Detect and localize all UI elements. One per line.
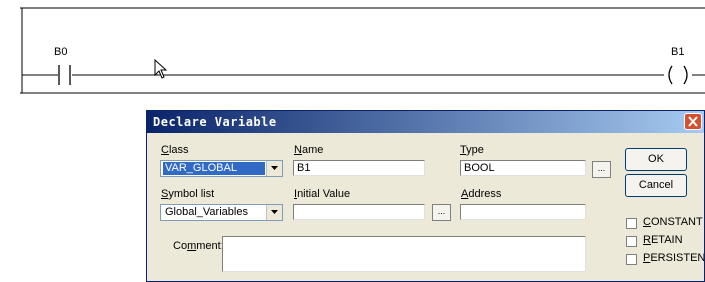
ok-button[interactable]: OK — [625, 148, 687, 171]
class-value: VAR_GLOBAL — [163, 162, 265, 175]
contact-label: B0 — [54, 46, 68, 58]
mouse-cursor-icon — [154, 59, 168, 79]
type-label: Type — [460, 144, 484, 156]
ladder-network[interactable]: B0 B1 — [0, 0, 705, 96]
constant-label: CONSTANT — [643, 216, 703, 228]
retain-checkbox[interactable] — [626, 236, 637, 247]
initial-value-label: Initial Value — [294, 188, 351, 200]
name-label: Name — [294, 144, 324, 156]
close-button[interactable] — [684, 113, 702, 130]
declare-variable-dialog: Declare Variable Class Name Type VAR_GLO… — [146, 110, 705, 282]
name-field[interactable]: B1 — [293, 160, 425, 176]
address-field[interactable] — [460, 204, 586, 220]
class-label: Class — [161, 144, 189, 156]
symbol-list-label: Symbol list — [161, 188, 215, 200]
address-label: Address — [461, 188, 502, 200]
ladder-rung-graphic — [20, 7, 705, 94]
type-browse-button[interactable]: ... — [592, 161, 611, 178]
class-dropdown[interactable]: VAR_GLOBAL — [160, 160, 283, 177]
initial-value-field[interactable] — [293, 204, 425, 220]
comment-field[interactable] — [222, 236, 586, 272]
constant-checkbox[interactable] — [626, 218, 637, 229]
type-field[interactable]: BOOL — [460, 160, 586, 176]
close-icon — [688, 116, 698, 127]
dialog-title: Declare Variable — [153, 115, 277, 129]
coil-symbol[interactable] — [664, 65, 692, 85]
cancel-button[interactable]: Cancel — [625, 174, 687, 197]
symbol-list-value: Global_Variables — [165, 206, 248, 218]
symbol-list-dropdown[interactable]: Global_Variables — [160, 204, 283, 221]
persistent-checkbox[interactable] — [626, 254, 637, 265]
comment-label: Comment: — [173, 240, 224, 252]
persistent-label: PERSISTENT — [643, 252, 705, 264]
symbol-list-dropdown-arrow[interactable] — [266, 205, 282, 220]
coil-label: B1 — [671, 46, 685, 58]
chevron-down-icon — [271, 166, 278, 170]
chevron-down-icon — [271, 210, 278, 214]
initial-value-browse-button[interactable]: ... — [432, 204, 451, 221]
class-dropdown-arrow[interactable] — [266, 161, 282, 176]
contact-symbol[interactable] — [56, 65, 74, 85]
retain-label: RETAIN — [643, 234, 683, 246]
dialog-titlebar[interactable]: Declare Variable — [147, 111, 704, 133]
